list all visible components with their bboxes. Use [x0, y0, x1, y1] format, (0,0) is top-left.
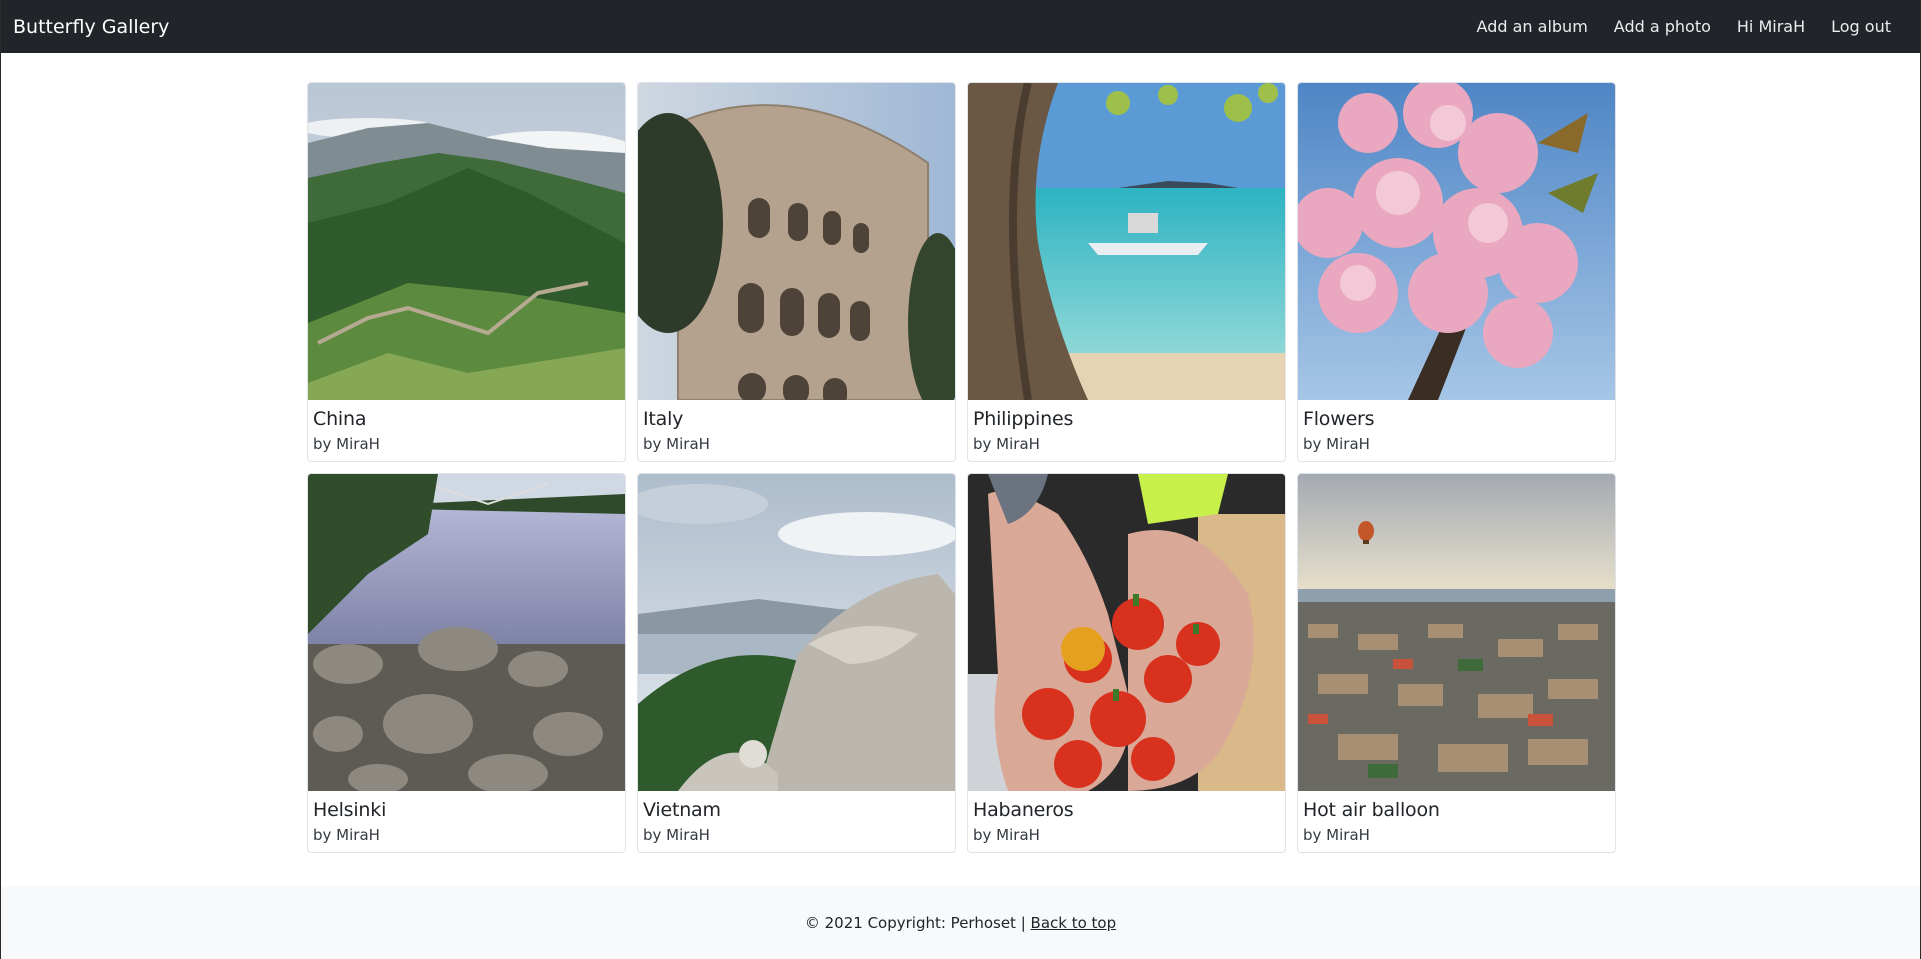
album-author: by MiraH [973, 826, 1040, 844]
album-author: by MiraH [1303, 435, 1370, 453]
album-card-china[interactable]: China by MiraH [307, 82, 626, 462]
album-thumbnail-hot-air-balloon[interactable] [1298, 474, 1615, 791]
navbar: Butterfly Gallery Add an album Add a pho… [1, 0, 1920, 53]
back-to-top-link[interactable]: Back to top [1031, 914, 1117, 932]
album-thumbnail-habaneros[interactable] [968, 474, 1285, 791]
album-card-body: Helsinki by MiraH [308, 791, 625, 845]
album-title: Vietnam [643, 799, 721, 821]
album-author: by MiraH [643, 435, 710, 453]
album-thumbnail-vietnam[interactable] [638, 474, 955, 791]
logout-link[interactable]: Log out [1818, 17, 1908, 36]
album-title: Helsinki [313, 799, 387, 821]
album-card-italy[interactable]: Italy by MiraH [637, 82, 956, 462]
album-grid: China by MiraH Italy by MiraH Philippine… [307, 82, 1617, 853]
album-card-body: China by MiraH [308, 400, 625, 454]
album-card-body: Hot air balloon by MiraH [1298, 791, 1615, 845]
album-card-vietnam[interactable]: Vietnam by MiraH [637, 473, 956, 853]
album-title: Philippines [973, 408, 1074, 430]
album-card-flowers[interactable]: Flowers by MiraH [1297, 82, 1616, 462]
brand-link[interactable]: Butterfly Gallery [13, 16, 169, 38]
user-greeting-link[interactable]: Hi MiraH [1724, 17, 1818, 36]
album-thumbnail-philippines[interactable] [968, 83, 1285, 400]
album-card-philippines[interactable]: Philippines by MiraH [967, 82, 1286, 462]
album-title: Hot air balloon [1303, 799, 1440, 821]
album-author: by MiraH [973, 435, 1040, 453]
album-thumbnail-flowers[interactable] [1298, 83, 1615, 400]
nav-links: Add an album Add a photo Hi MiraH Log ou… [1464, 17, 1908, 36]
album-card-helsinki[interactable]: Helsinki by MiraH [307, 473, 626, 853]
album-card-body: Habaneros by MiraH [968, 791, 1285, 845]
album-author: by MiraH [313, 435, 380, 453]
add-photo-link[interactable]: Add a photo [1601, 17, 1724, 36]
album-author: by MiraH [313, 826, 380, 844]
album-card-body: Philippines by MiraH [968, 400, 1285, 454]
album-card-body: Flowers by MiraH [1298, 400, 1615, 454]
album-author: by MiraH [643, 826, 710, 844]
album-card-body: Vietnam by MiraH [638, 791, 955, 845]
album-thumbnail-helsinki[interactable] [308, 474, 625, 791]
album-card-body: Italy by MiraH [638, 400, 955, 454]
footer: © 2021 Copyright: Perhoset | Back to top [1, 886, 1920, 959]
album-card-hot-air-balloon[interactable]: Hot air balloon by MiraH [1297, 473, 1616, 853]
album-author: by MiraH [1303, 826, 1370, 844]
album-title: Italy [643, 408, 684, 430]
album-title: Flowers [1303, 408, 1375, 430]
album-title: Habaneros [973, 799, 1074, 821]
album-thumbnail-italy[interactable] [638, 83, 955, 400]
album-title: China [313, 408, 367, 430]
add-album-link[interactable]: Add an album [1464, 17, 1601, 36]
album-thumbnail-china[interactable] [308, 83, 625, 400]
album-card-habaneros[interactable]: Habaneros by MiraH [967, 473, 1286, 853]
copyright-text: © 2021 Copyright: Perhoset | [804, 913, 1031, 932]
